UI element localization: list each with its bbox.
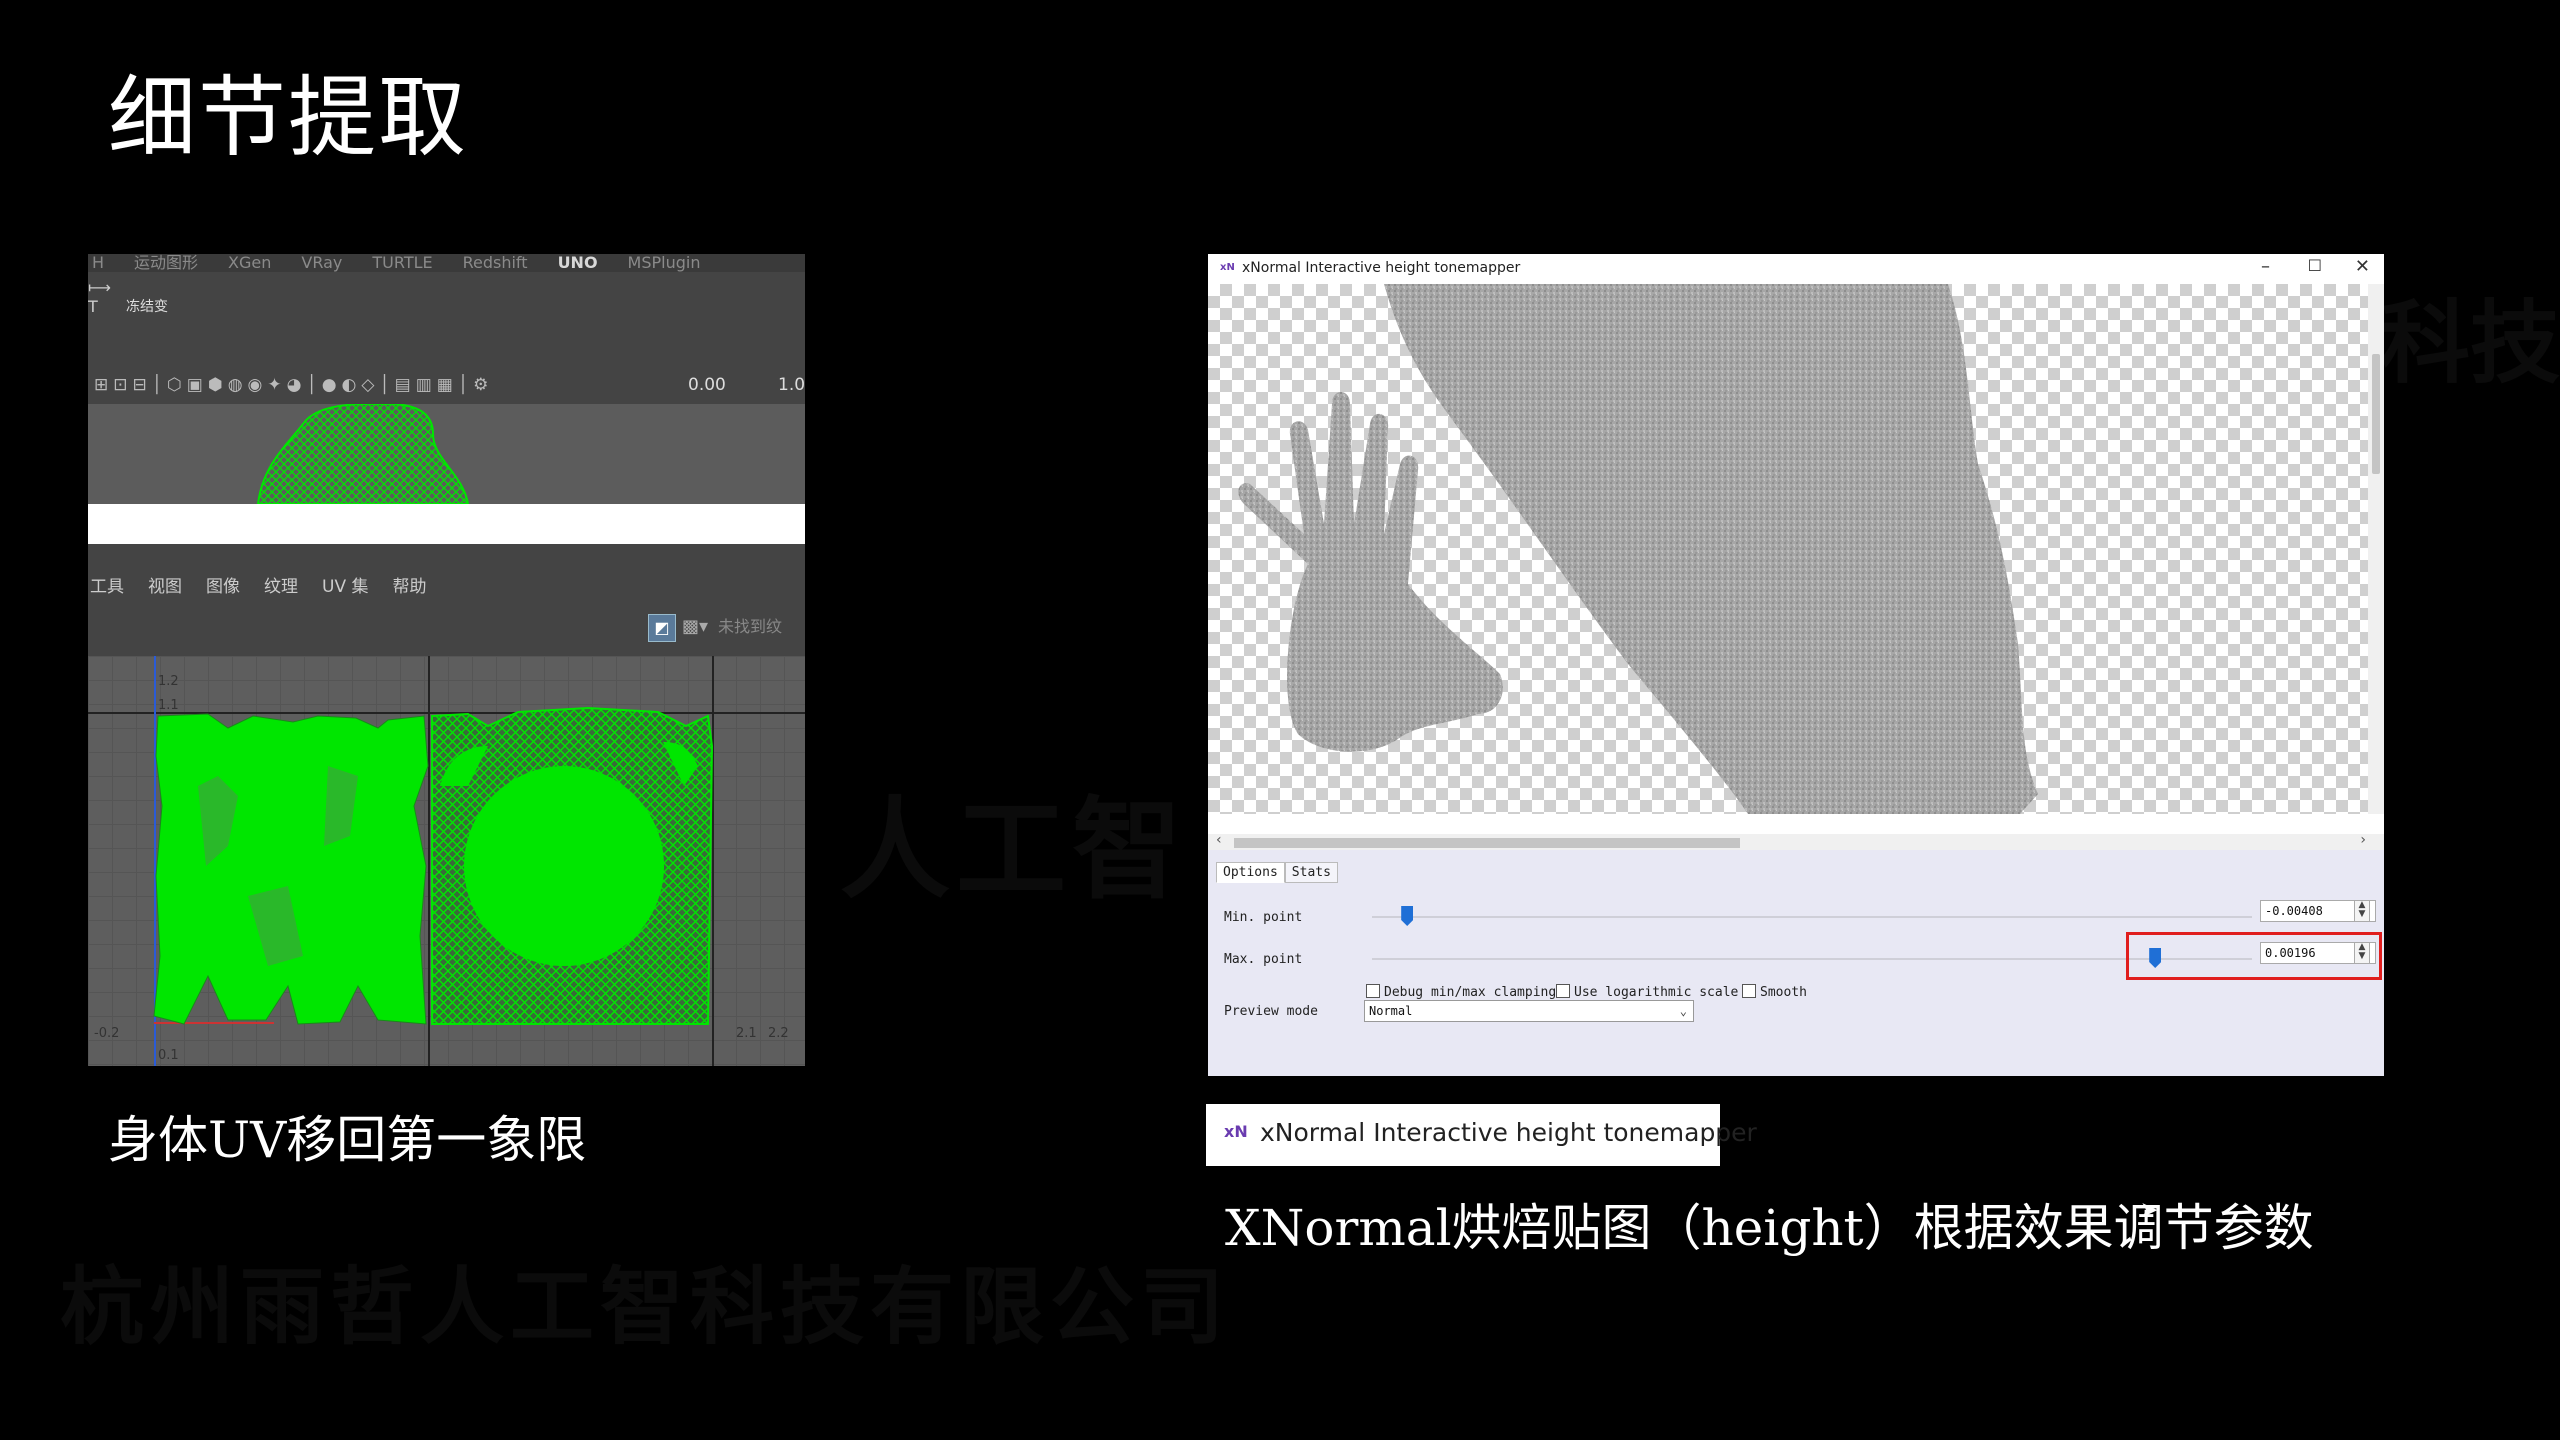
max-point-label: Max. point — [1224, 952, 1303, 967]
maya-shelf-tabs: H 运动图形 XGen VRay TURTLE Redshift UNO MSP… — [88, 254, 805, 272]
caption-left: 身体UV移回第一象限 — [108, 1111, 587, 1169]
preview-mode-label: Preview mode — [1224, 1004, 1318, 1019]
options-panel: Options Stats Min. point -0.00408 ▲ ▼ Max.… — [1208, 850, 2384, 1223]
max-point-slider[interactable] — [1372, 958, 2252, 960]
uv-menu-item[interactable]: 图像 — [206, 574, 240, 600]
debug-clamping-checkbox[interactable]: Debug min/max clamping — [1366, 984, 1556, 1000]
watermark-text: 人工智 — [840, 786, 1188, 914]
tab-options[interactable]: Options — [1216, 862, 1285, 883]
watermark-text: 杭州雨哲人工智科技有限公司 — [60, 1258, 1231, 1356]
wireframe-mesh — [256, 403, 470, 505]
texture-status-text: 未找到纹 — [718, 617, 783, 636]
uv-shells — [153, 706, 714, 1025]
toolbar-value-field[interactable]: 1.0 — [778, 372, 805, 398]
close-icon[interactable]: ✕ — [2355, 256, 2370, 277]
checkbox-label: Debug min/max clamping — [1384, 985, 1557, 1000]
uv-toolbar: ◩ ▩▾ 未找到纹 — [88, 604, 805, 650]
panel-tabs: Options Stats — [1216, 862, 1338, 884]
preview-mode-select[interactable]: Normal ⌄ — [1364, 1000, 1694, 1022]
uv-menu-item[interactable]: 工具 — [90, 574, 124, 600]
window-title: xNormal Interactive height tonemapper — [1242, 260, 1521, 276]
xnormal-logo-icon: xN — [1224, 1122, 1248, 1141]
xnormal-window: xN xNormal Interactive height tonemapper… — [1208, 254, 2384, 1223]
xnormal-logo-icon: xN — [1220, 262, 1235, 273]
scroll-right-icon[interactable]: › — [2360, 832, 2366, 848]
slide-title: 细节提取 — [108, 66, 469, 169]
uv-menu-item[interactable]: 帮助 — [392, 574, 426, 600]
tab-stats[interactable]: Stats — [1284, 862, 1338, 883]
smooth-checkbox[interactable]: Smooth — [1742, 984, 1807, 1000]
maximize-icon[interactable]: ☐ — [2308, 256, 2322, 275]
chevron-down-icon: ⌄ — [1679, 1004, 1687, 1018]
height-map-preview[interactable] — [1208, 284, 2368, 814]
preview-mode-value: Normal — [1369, 1004, 1413, 1018]
shelf-tab[interactable]: 运动图形 — [134, 254, 198, 272]
zoomed-title-text: xNormal Interactive height tonemapper — [1260, 1118, 1757, 1147]
scroll-left-icon[interactable]: ‹ — [1216, 832, 1222, 848]
minimize-icon[interactable]: – — [2261, 256, 2270, 277]
uv-menu-item[interactable]: 视图 — [148, 574, 182, 600]
freeze-transform-button[interactable]: 冻结变 — [126, 296, 168, 316]
shelf-tab[interactable]: H — [92, 254, 104, 272]
horizontal-scrollbar[interactable]: ‹ › — [1208, 832, 2384, 850]
vertical-scrollbar[interactable] — [2368, 284, 2384, 814]
checkbox-label: Use logarithmic scale — [1574, 985, 1739, 1000]
zoomed-window-title: xN xNormal Interactive height tonemapper — [1206, 1104, 1757, 1166]
toolbar-value-field[interactable]: 0.00 — [688, 372, 726, 398]
height-map-image — [1238, 284, 2038, 814]
viewport-toolbar-icons[interactable]: ⊞⊡⊟│⬡▣⬢◍◉✦◕│●◐◇│▤▥▦│⚙ — [94, 372, 493, 398]
checkbox-box[interactable] — [1742, 984, 1756, 998]
shelf-tab[interactable]: MSPlugin — [628, 254, 701, 272]
shelf-tab[interactable]: TURTLE — [372, 254, 432, 272]
uv-menu-item[interactable]: 纹理 — [264, 574, 298, 600]
uv-menu-item[interactable]: UV 集 — [322, 574, 368, 600]
checker-icon[interactable]: ▩▾ — [682, 614, 708, 640]
min-point-label: Min. point — [1224, 910, 1303, 925]
checkbox-label: Smooth — [1760, 985, 1807, 1000]
uv-editor-menu: 工具 视图 图像 纹理 UV 集 帮助 — [88, 574, 805, 600]
viewport-divider — [88, 504, 805, 544]
move-tool-icon[interactable]: ⟼ T — [88, 278, 111, 316]
caption-right: XNormal烘焙贴图（height）根据效果调节参数 — [1225, 1199, 2314, 1257]
image-display-icon[interactable]: ◩ — [648, 614, 676, 642]
viewport-toolbar: ⊞⊡⊟│⬡▣⬢◍◉✦◕│●◐◇│▤▥▦│⚙ 0.00 1.0 — [88, 372, 805, 398]
maya-viewport[interactable] — [88, 403, 805, 505]
window-titlebar[interactable]: xN xNormal Interactive height tonemapper… — [1208, 254, 2384, 284]
min-point-slider[interactable] — [1372, 916, 2252, 918]
scrollbar-thumb[interactable] — [1234, 838, 1740, 848]
uv-editor-canvas[interactable]: 1.2 1.1 -0.2 0.1 2.1 2.2 — [88, 656, 805, 1066]
checkbox-box[interactable] — [1366, 984, 1380, 998]
maya-shelf: ⟼ T 冻结变 — [88, 272, 805, 316]
watermark-text: 科技 — [2380, 291, 2560, 396]
min-point-spinner[interactable]: ▲ ▼ — [2354, 900, 2370, 922]
shelf-tab[interactable]: VRay — [301, 254, 342, 272]
min-point-slider-handle[interactable] — [1401, 906, 1414, 926]
highlight-box — [2126, 932, 2382, 980]
shelf-tab-active[interactable]: UNO — [558, 254, 598, 272]
checkbox-box[interactable] — [1556, 984, 1570, 998]
maya-screenshot: H 运动图形 XGen VRay TURTLE Redshift UNO MSP… — [88, 254, 805, 1066]
log-scale-checkbox[interactable]: Use logarithmic scale — [1556, 984, 1738, 1000]
scrollbar-thumb[interactable] — [2372, 354, 2380, 474]
shelf-tab[interactable]: Redshift — [463, 254, 528, 272]
shelf-tab[interactable]: XGen — [228, 254, 271, 272]
